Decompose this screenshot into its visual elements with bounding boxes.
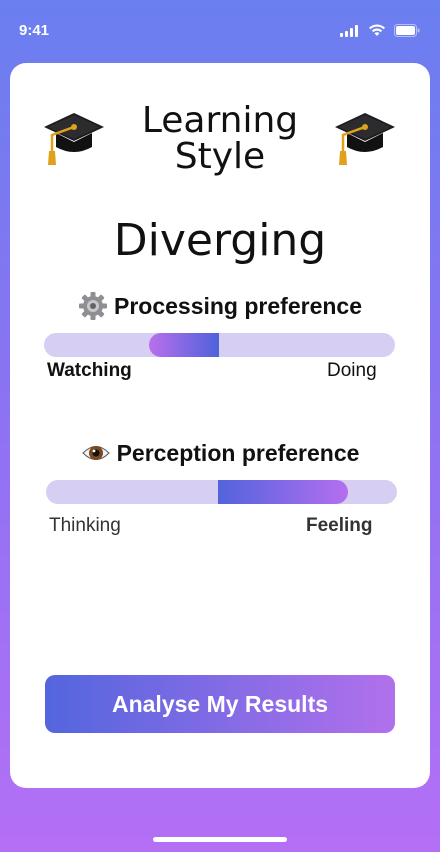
processing-bar-fill [149,333,220,357]
analyse-results-button[interactable]: Analyse My Results [45,675,395,733]
processing-left-label: Watching [47,360,132,381]
page-title: Learning Style [120,103,320,175]
title-line-1: Learning [141,100,299,141]
title-line-2: Style [174,136,266,177]
graduation-cap-icon [335,113,395,165]
perception-heading-label: Perception preference [116,439,360,466]
learning-style-result: Diverging [113,215,327,266]
wifi-icon [369,24,385,36]
header: Learning Style [10,103,430,193]
perception-left-label: Thinking [49,515,121,536]
status-time: 9:41 [19,22,50,39]
eye-icon [81,446,110,460]
battery-icon [394,24,420,37]
perception-bar [46,480,397,504]
processing-bar [44,333,395,357]
graduation-cap-icon [44,113,104,165]
processing-heading-label: Processing preference [113,292,362,319]
processing-right-label: Doing [327,360,377,381]
perception-right-label: Feeling [306,515,373,536]
signal-icon [340,24,358,37]
result-card: Learning Style Diverging Processing pref… [10,63,430,788]
perception-bar-fill [217,480,348,504]
status-bar: 9:41 [0,0,440,62]
processing-heading: Processing preference [10,291,430,321]
gear-icon [78,292,107,320]
status-icons [340,24,420,37]
home-indicator[interactable] [153,837,287,842]
perception-heading: Perception preference [10,438,430,468]
